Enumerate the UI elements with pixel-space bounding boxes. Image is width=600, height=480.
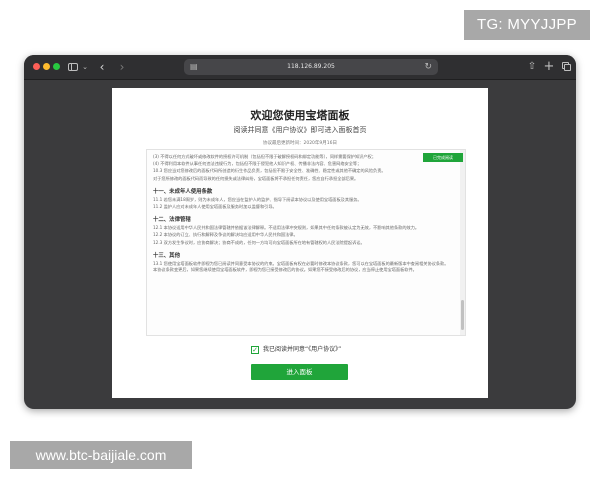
read-complete-badge: 已完成阅读 bbox=[423, 153, 463, 162]
back-icon[interactable]: ‹ bbox=[96, 59, 108, 75]
agreement-updated-date: 协议最后更新时间：2020年9月16日 bbox=[262, 141, 338, 146]
address-bar[interactable]: ▤ 118.126.89.205 ↻ bbox=[184, 59, 438, 75]
scrollbar-thumb[interactable] bbox=[461, 300, 464, 330]
enter-panel-button[interactable]: 进入面板 bbox=[251, 364, 348, 380]
share-icon[interactable]: ⇧ bbox=[526, 59, 538, 75]
forward-icon[interactable]: › bbox=[116, 59, 128, 75]
agreement-section-heading: 十二、法律管辖 bbox=[153, 217, 191, 224]
watermark-bottom: www.btc-baijiale.com bbox=[10, 441, 192, 469]
agreement-paragraph: 12.3 双方发生争议时，应协商解决；协商不成的，任何一方均可向宝塔面板所在地有… bbox=[153, 239, 365, 245]
agreement-section-heading: 十一、未成年人使用条款 bbox=[153, 188, 213, 195]
agreement-paragraph: 对于您所修改的面板代码而导致的任何损失或法律纠纷，宝塔面板将不承担任何责任，您应… bbox=[153, 175, 359, 181]
url-text: 118.126.89.205 bbox=[287, 63, 335, 70]
page-subtitle: 阅读并同意《用户协议》即可进入面板首页 bbox=[233, 126, 367, 134]
chevron-down-icon[interactable]: ⌄ bbox=[81, 59, 89, 75]
agreement-paragraph: 12.1 本协议适用中华人民共和国法律管辖并依据该法律解释。不适用法律冲突规则，… bbox=[153, 225, 420, 231]
agree-checkbox[interactable]: ✓ bbox=[251, 346, 259, 354]
agreement-section-heading: 十三、其他 bbox=[153, 252, 180, 259]
page-content: 欢迎您使用宝塔面板 阅读并同意《用户协议》即可进入面板首页 协议最后更新时间：2… bbox=[112, 88, 488, 398]
agreement-text: (3) 不得以任何方式破坏或修改软件的授权许可机制（包括但不限于破解授权码和绑定… bbox=[153, 154, 449, 274]
agreement-paragraph: (4) 不得利用本软件从事任何违法违规行为，包括但不限于侵犯他人知识产权、传播非… bbox=[153, 161, 362, 167]
plus-icon[interactable]: + bbox=[543, 59, 555, 75]
agreement-paragraph: 13.1 您使用宝塔面板软件即视为您已阅读并同意受本协议的约束。宝塔面板有权在必… bbox=[153, 260, 449, 273]
tabs-icon[interactable] bbox=[560, 59, 572, 75]
browser-toolbar: ⌄ ‹ › ▤ 118.126.89.205 ↻ ⇧ + bbox=[24, 55, 576, 80]
minimize-window-button[interactable] bbox=[43, 63, 50, 70]
agree-label[interactable]: 我已阅读并同意“《用户协议》” bbox=[263, 346, 341, 354]
browser-window: ⌄ ‹ › ▤ 118.126.89.205 ↻ ⇧ + 欢迎您使用宝塔面板 阅… bbox=[24, 55, 576, 409]
page-title: 欢迎您使用宝塔面板 bbox=[250, 109, 350, 122]
scrollbar[interactable] bbox=[460, 150, 465, 335]
sidebar-icon[interactable] bbox=[68, 59, 80, 75]
agreement-paragraph: (3) 不得以任何方式破坏或修改软件的授权许可机制（包括但不限于破解授权码和绑定… bbox=[153, 154, 376, 159]
reload-icon[interactable]: ↻ bbox=[424, 59, 432, 75]
close-window-button[interactable] bbox=[33, 63, 40, 70]
watermark-top: TG: MYYJJPP bbox=[464, 10, 590, 40]
maximize-window-button[interactable] bbox=[53, 63, 60, 70]
agreement-paragraph: 12.2 本协议的订立、执行和解释及争议的解决均应适用中华人民共和国法律。 bbox=[153, 232, 298, 238]
agreement-paragraph: 11.1 若您未满18周岁，则为未成年人，您应当在监护人的监护、指导下阅读本协议… bbox=[153, 196, 362, 202]
agreement-paragraph: 10.3 您应当对您修改后的面板代码所创造的衍生作品负责，包括但不限于安全性、准… bbox=[153, 168, 386, 174]
agreement-scroll-area[interactable]: (3) 不得以任何方式破坏或修改软件的授权许可机制（包括但不限于破解授权码和绑定… bbox=[146, 149, 466, 336]
agreement-paragraph: 11.2 监护人应对未成年人使用宝塔面板及服务时加以监督和引导。 bbox=[153, 204, 277, 210]
